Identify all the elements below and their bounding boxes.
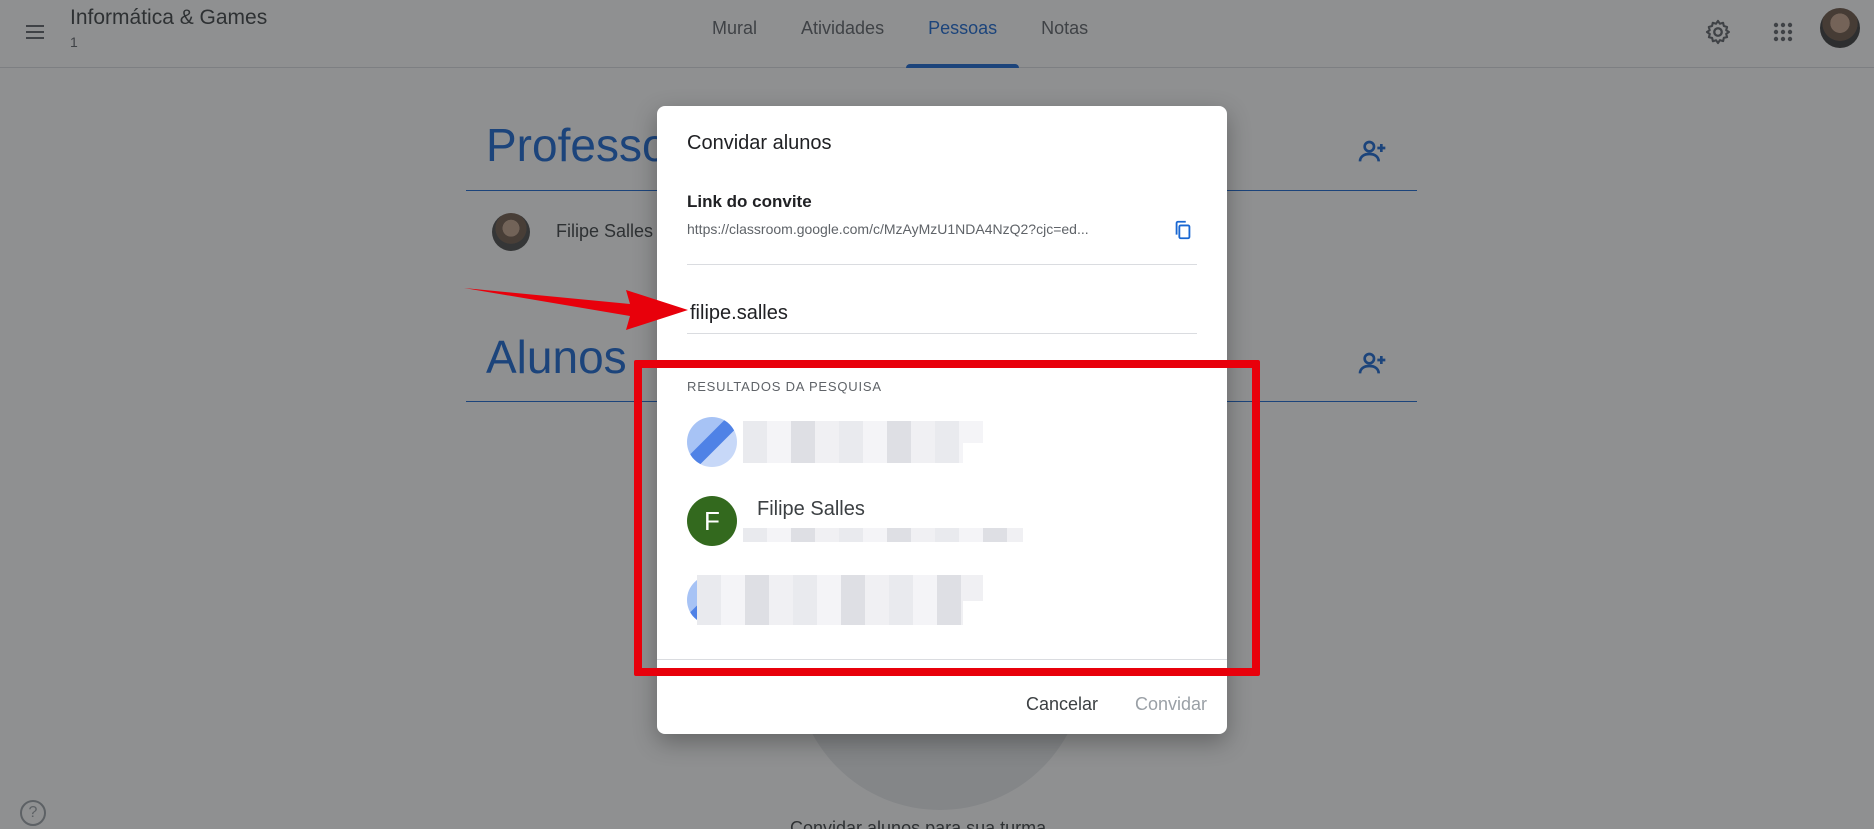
dialog-title: Convidar alunos	[687, 132, 832, 154]
copy-icon[interactable]	[1169, 216, 1197, 244]
search-input[interactable]	[687, 294, 1197, 334]
invite-link-url[interactable]: https://classroom.google.com/c/MzAyMzU1N…	[687, 221, 1147, 237]
cancel-button[interactable]: Cancelar	[1020, 690, 1104, 719]
invite-link-label: Link do convite	[687, 192, 812, 211]
annotation-highlight-box	[634, 360, 1260, 676]
invite-button[interactable]: Convidar	[1129, 690, 1213, 719]
dialog-divider	[687, 264, 1197, 265]
annotation-arrow-icon	[464, 288, 688, 330]
